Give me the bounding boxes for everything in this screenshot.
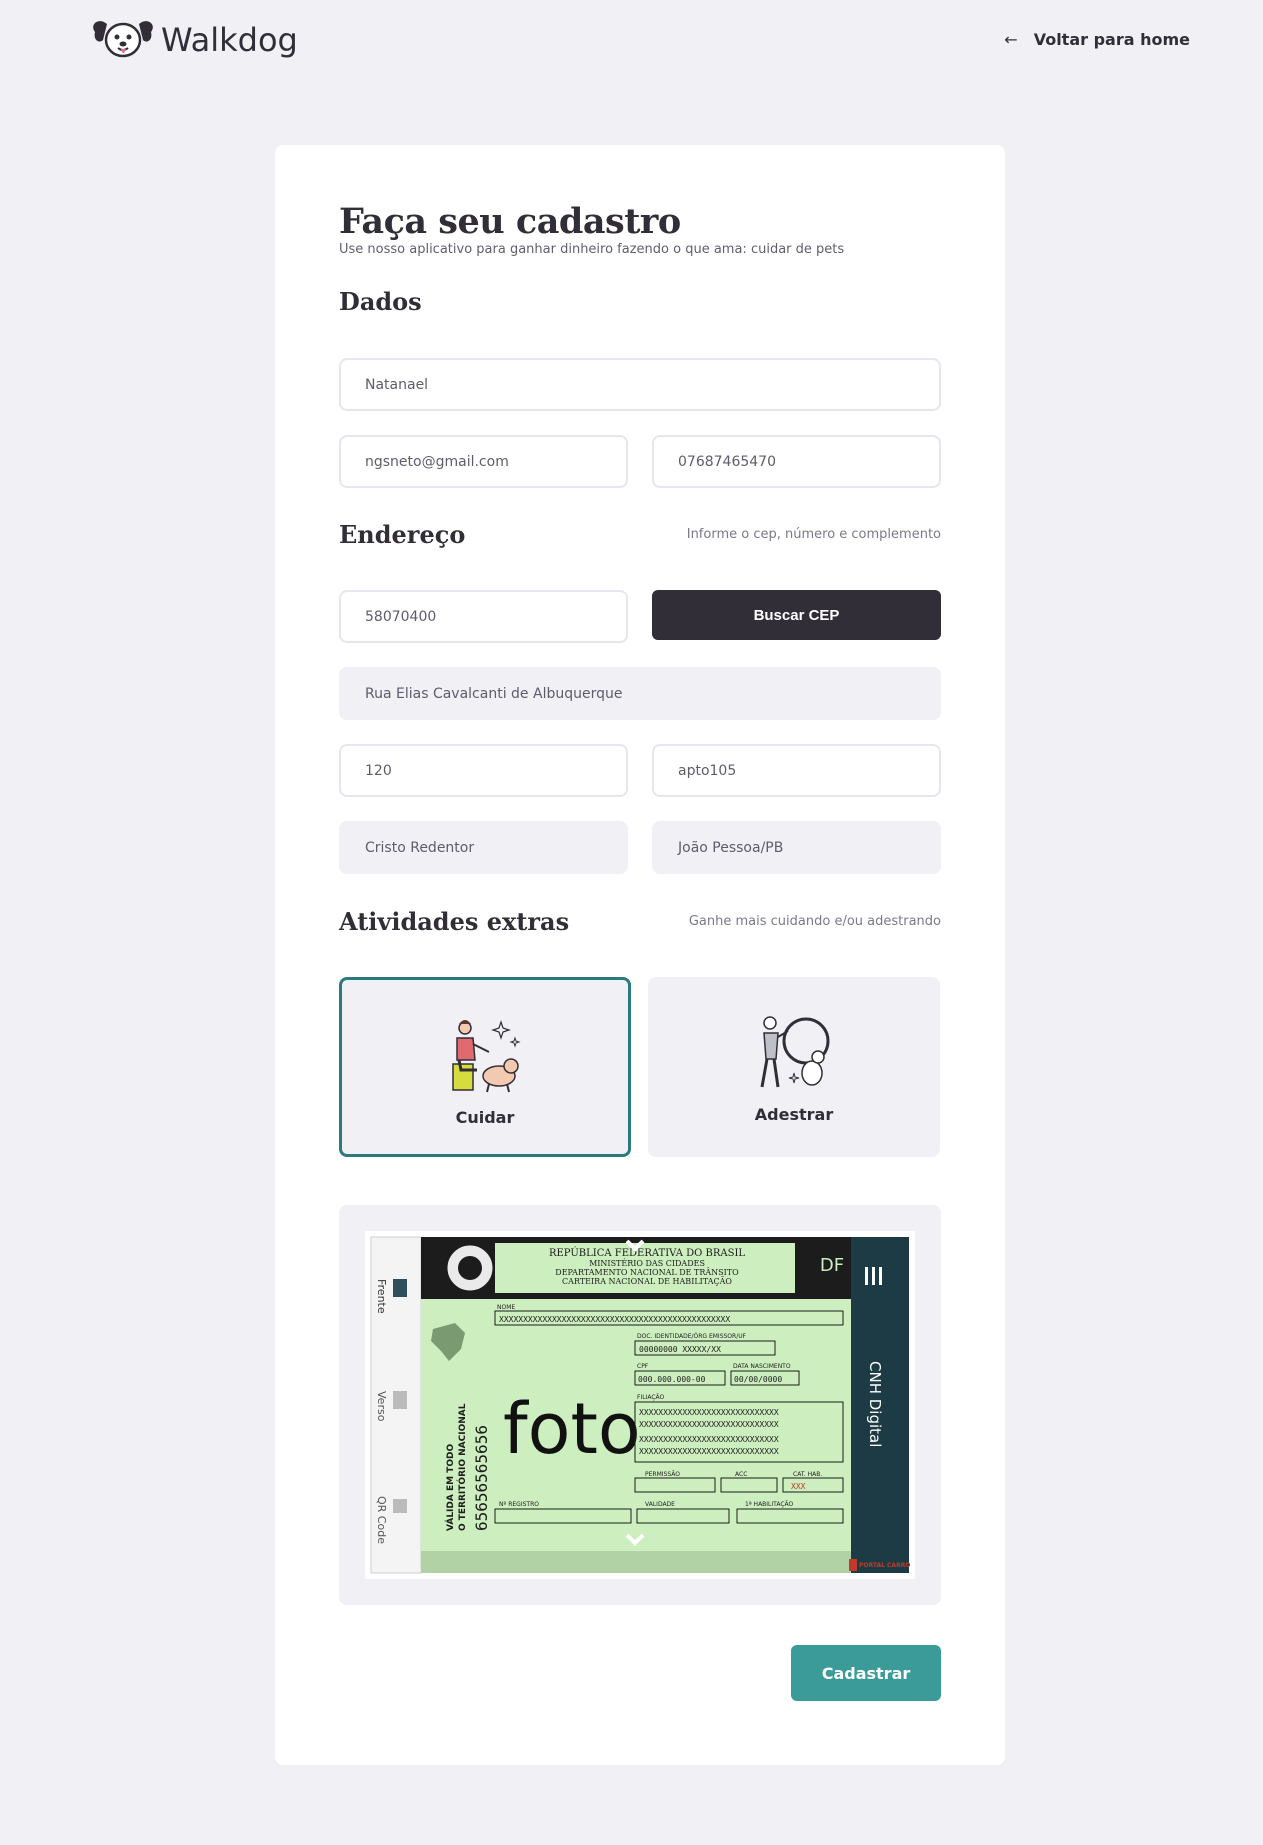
complement-input[interactable]: [678, 762, 939, 779]
district-field: Cristo Redentor: [339, 821, 628, 874]
email-field[interactable]: [339, 435, 628, 488]
arrow-left-icon: ←: [1004, 30, 1018, 49]
cnh-label-doc: DOC. IDENTIDADE/ÓRG EMISSOR/UF: [637, 1333, 747, 1340]
search-cep-button[interactable]: Buscar CEP: [652, 590, 941, 640]
activity-label-adestrar: Adestrar: [754, 1105, 834, 1124]
cnh-label-habilitacao: 1ª HABILITAÇÃO: [745, 1501, 794, 1508]
cnh-value-filiacao-2: XXXXXXXXXXXXXXXXXXXXXXXXXXXXX: [639, 1420, 779, 1429]
district-value: Cristo Redentor: [365, 839, 475, 856]
cnh-photo-text: foto: [503, 1388, 641, 1470]
cnh-label-nome: NOME: [497, 1304, 515, 1311]
section-title-dados: Dados: [339, 287, 422, 316]
cnh-value-filiacao-3: XXXXXXXXXXXXXXXXXXXXXXXXXXXXX: [639, 1435, 779, 1444]
cnh-number: 65656565656: [472, 1425, 491, 1531]
cpf-field[interactable]: [652, 435, 941, 488]
number-input[interactable]: [365, 762, 626, 779]
back-link-label: Voltar para home: [1033, 30, 1190, 49]
cnh-uf: DF: [820, 1255, 844, 1276]
cnh-vertical-text2: O TERRITÓRIO NACIONAL: [456, 1403, 468, 1531]
cnh-label-permissao: PERMISSÃO: [645, 1471, 680, 1478]
name-field[interactable]: [339, 358, 941, 411]
endereco-hint: Informe o cep, número e complemento: [686, 527, 941, 542]
section-title-endereco: Endereço: [339, 520, 466, 549]
cnh-value-cat: XXX: [791, 1482, 806, 1491]
cep-input[interactable]: [365, 608, 626, 625]
email-input[interactable]: [365, 453, 626, 470]
cnh-label-cat: CAT. HAB.: [793, 1471, 822, 1478]
street-value: Rua Elias Cavalcanti de Albuquerque: [365, 685, 623, 702]
cnh-header-line2: MINISTÉRIO DAS CIDADES: [589, 1259, 705, 1268]
pet-care-illustration-icon: [452, 1020, 521, 1093]
dog-training-illustration-icon: [760, 1016, 830, 1088]
activity-label-cuidar: Cuidar: [455, 1108, 515, 1127]
city-field: João Pessoa/PB: [652, 821, 941, 874]
cnh-header-line1: REPÚBLICA FEDERATIVA DO BRASIL: [549, 1247, 745, 1259]
street-field: Rua Elias Cavalcanti de Albuquerque: [339, 667, 941, 720]
page-subtitle: Use nosso aplicativo para ganhar dinheir…: [339, 242, 845, 257]
page-title: Faça seu cadastro: [339, 201, 681, 242]
number-field[interactable]: [339, 744, 628, 797]
cnh-watermark: PORTAL CARRO: [859, 1562, 910, 1569]
walkdog-logo[interactable]: Walkdog: [89, 18, 298, 62]
cpf-input[interactable]: [678, 453, 939, 470]
cnh-label-registro: Nº REGISTRO: [499, 1501, 539, 1508]
section-title-atividades: Atividades extras: [339, 907, 570, 936]
cnh-value-doc: 00000000 XXXXX/XX: [639, 1345, 721, 1354]
cnh-document-image: Frente Verso QR Code REPÚBLICA FEDERATIV…: [365, 1231, 915, 1579]
signup-card: Faça seu cadastro Use nosso aplicativo p…: [275, 145, 1005, 1765]
complement-field[interactable]: [652, 744, 941, 797]
cnh-value-filiacao-1: XXXXXXXXXXXXXXXXXXXXXXXXXXXXX: [639, 1408, 779, 1417]
cep-field[interactable]: [339, 590, 628, 643]
back-to-home-link[interactable]: ← Voltar para home: [1004, 30, 1190, 49]
cnh-label-acc: ACC: [735, 1471, 747, 1478]
activity-option-cuidar[interactable]: Cuidar: [339, 977, 631, 1157]
cnh-tab-back: Verso: [375, 1391, 388, 1422]
cnh-header-line3: DEPARTAMENTO NACIONAL DE TRÂNSITO: [555, 1268, 739, 1277]
dog-logo-icon: [93, 21, 153, 58]
cnh-value-nasc: 00/00/0000: [734, 1375, 782, 1384]
cnh-header-line4: CARTEIRA NACIONAL DE HABILITAÇÃO: [562, 1277, 732, 1286]
cnh-value-cpf: 000.000.000-00: [638, 1375, 706, 1384]
cnh-label-filiacao: FILIAÇÃO: [637, 1394, 665, 1401]
cnh-vertical-text1: VÁLIDA EM TODO: [444, 1444, 456, 1531]
cnh-label-validade: VALIDADE: [645, 1501, 675, 1508]
cnh-label-nasc: DATA NASCIMENTO: [733, 1363, 791, 1370]
name-input[interactable]: [365, 376, 939, 393]
activity-option-adestrar[interactable]: Adestrar: [648, 977, 940, 1157]
cnh-tab-front: Frente: [375, 1279, 388, 1314]
city-value: João Pessoa/PB: [678, 839, 784, 856]
cnh-value-filiacao-4: XXXXXXXXXXXXXXXXXXXXXXXXXXXXX: [639, 1447, 779, 1456]
cnh-side-title: CNH Digital: [866, 1361, 884, 1447]
atividades-hint: Ganhe mais cuidando e/ou adestrando: [688, 914, 941, 929]
top-header: Walkdog ← Voltar para home: [0, 0, 1263, 82]
cnh-upload-area[interactable]: Frente Verso QR Code REPÚBLICA FEDERATIV…: [339, 1205, 941, 1605]
submit-signup-button[interactable]: Cadastrar: [791, 1645, 941, 1701]
cnh-value-nome: XXXXXXXXXXXXXXXXXXXXXXXXXXXXXXXXXXXXXXXX…: [499, 1315, 730, 1324]
cnh-tab-qr: QR Code: [375, 1496, 388, 1544]
logo-text: Walkdog: [161, 21, 298, 59]
cnh-label-cpf: CPF: [637, 1363, 649, 1370]
